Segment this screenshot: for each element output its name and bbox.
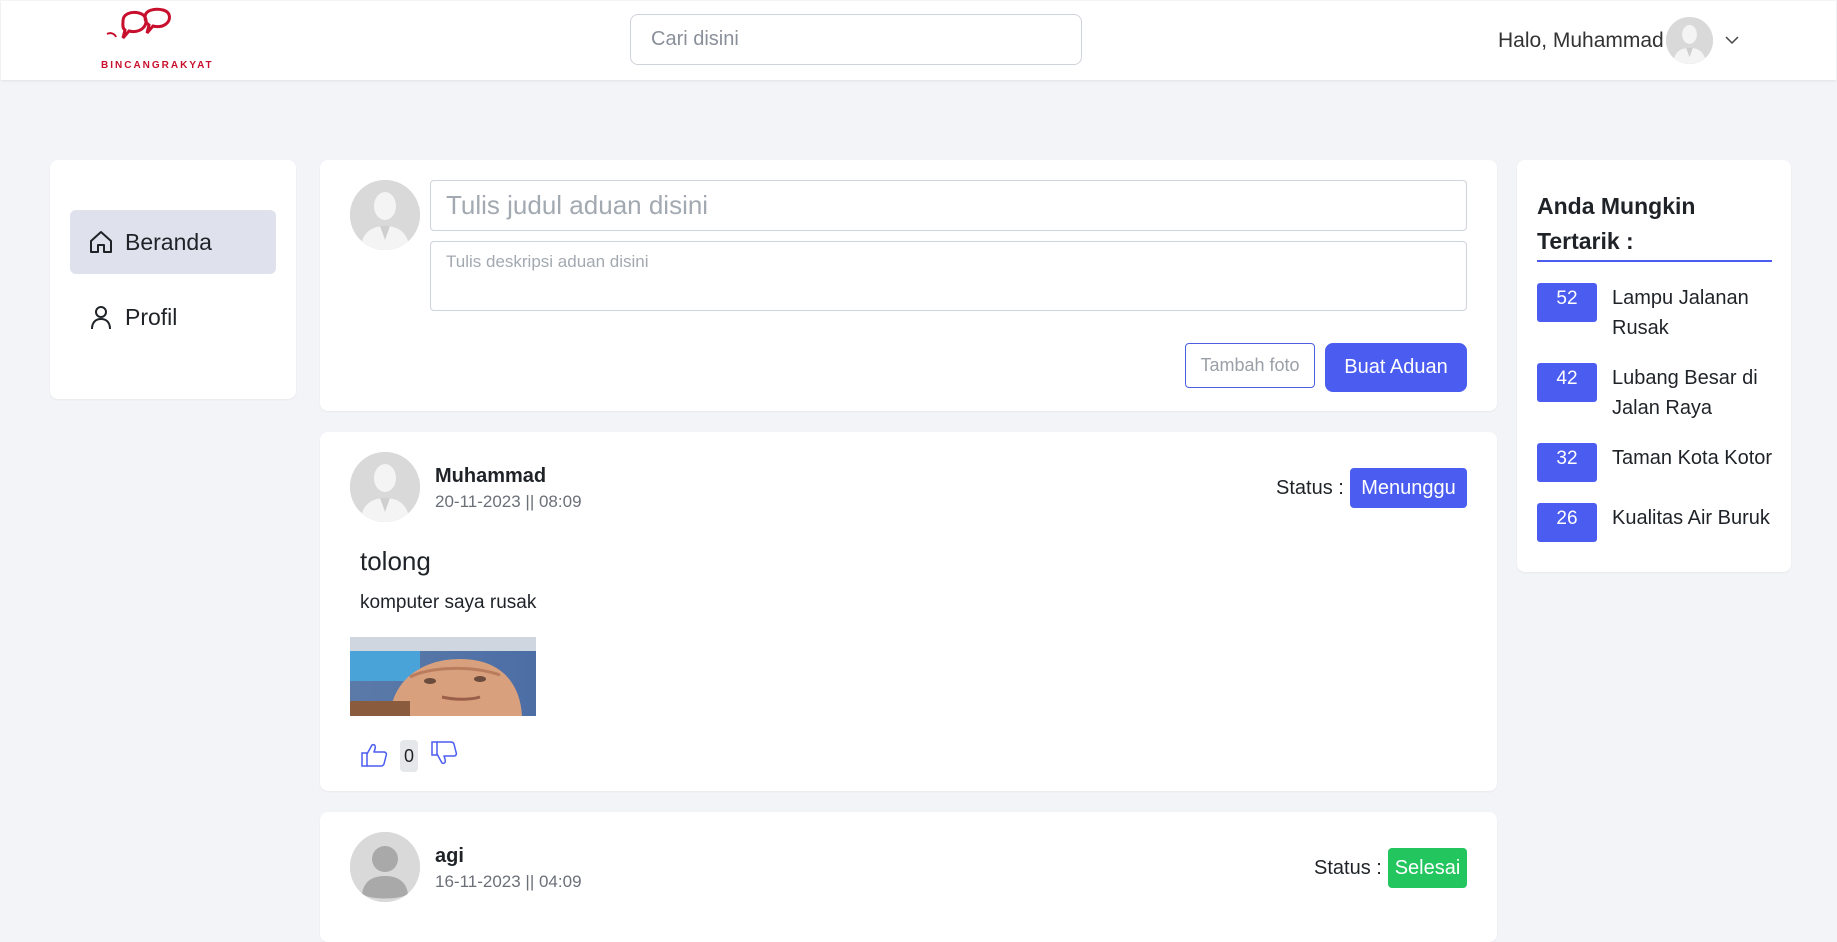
top-navbar: BINCANGRAKYAT Halo, Muhammad bbox=[1, 1, 1836, 81]
status-label: Status : bbox=[1276, 477, 1344, 499]
recommendations-title: Anda Mungkin Tertarik : bbox=[1537, 193, 1696, 254]
recommendation-label: Lubang Besar di Jalan Raya bbox=[1612, 367, 1758, 419]
status-label: Status : bbox=[1314, 857, 1382, 879]
sidebar-item-profil[interactable]: Profil bbox=[70, 285, 276, 349]
post-date: 20-11-2023 || 08:09 bbox=[435, 492, 582, 511]
add-photo-button[interactable]: Tambah foto bbox=[1185, 343, 1315, 388]
logo[interactable]: BINCANGRAKYAT bbox=[101, 7, 214, 73]
complaint-title-input[interactable] bbox=[430, 180, 1467, 231]
vote-count: 0 bbox=[400, 740, 418, 772]
sidebar: Beranda Profil bbox=[50, 160, 296, 399]
recommendation-count: 42 bbox=[1537, 363, 1597, 402]
submit-complaint-button[interactable]: Buat Aduan bbox=[1325, 343, 1467, 392]
search-input[interactable] bbox=[630, 14, 1082, 65]
recommendation-label: Lampu Jalanan Rusak bbox=[1612, 287, 1749, 339]
recommendation-label: Kualitas Air Buruk bbox=[1612, 507, 1770, 529]
avatar bbox=[350, 452, 420, 522]
thumbs-up-icon[interactable] bbox=[360, 742, 388, 768]
sidebar-item-beranda[interactable]: Beranda bbox=[70, 210, 276, 274]
user-greeting: Halo, Muhammad bbox=[1498, 29, 1664, 52]
post-title: tolong bbox=[360, 546, 431, 576]
recommendation-label: Taman Kota Kotor bbox=[1612, 447, 1773, 469]
avatar-silhouette-icon bbox=[350, 180, 420, 250]
post-author: agi bbox=[435, 845, 464, 867]
post-card: Muhammad 20-11-2023 || 08:09 Status : Me… bbox=[320, 432, 1497, 791]
chevron-down-icon[interactable] bbox=[1723, 31, 1741, 49]
post-card: agi 16-11-2023 || 04:09 Status : Selesai bbox=[320, 812, 1497, 942]
title-underline bbox=[1537, 260, 1772, 262]
thumbs-down-icon[interactable] bbox=[430, 740, 458, 766]
recommendation-count: 32 bbox=[1537, 443, 1597, 482]
speech-bubbles-logo-icon bbox=[106, 7, 171, 39]
sidebar-item-label: Profil bbox=[125, 303, 178, 330]
complaint-composer: Tambah foto Buat Aduan bbox=[320, 160, 1497, 411]
status-badge: Selesai bbox=[1388, 848, 1467, 888]
post-photo[interactable] bbox=[350, 637, 536, 716]
avatar-silhouette-icon bbox=[350, 452, 420, 522]
logo-text: BINCANGRAKYAT bbox=[101, 60, 214, 71]
avatar bbox=[350, 180, 420, 250]
post-author: Muhammad bbox=[435, 465, 547, 487]
status-badge: Menunggu bbox=[1350, 468, 1467, 508]
sidebar-item-label: Beranda bbox=[125, 228, 212, 255]
recommendation-count: 26 bbox=[1537, 503, 1597, 542]
recommendations-panel: Anda Mungkin Tertarik : 52 Lampu Jalanan… bbox=[1517, 160, 1791, 572]
user-icon bbox=[91, 306, 111, 330]
default-avatar-icon bbox=[350, 832, 420, 902]
user-avatar[interactable] bbox=[1666, 17, 1713, 64]
avatar-silhouette-icon bbox=[1666, 17, 1713, 64]
home-icon bbox=[90, 231, 112, 253]
recommendation-count: 52 bbox=[1537, 283, 1597, 322]
face-photo-image bbox=[350, 637, 536, 716]
complaint-description-input[interactable] bbox=[430, 241, 1467, 311]
post-date: 16-11-2023 || 04:09 bbox=[435, 872, 582, 891]
avatar bbox=[350, 832, 420, 902]
post-description: komputer saya rusak bbox=[360, 592, 537, 613]
